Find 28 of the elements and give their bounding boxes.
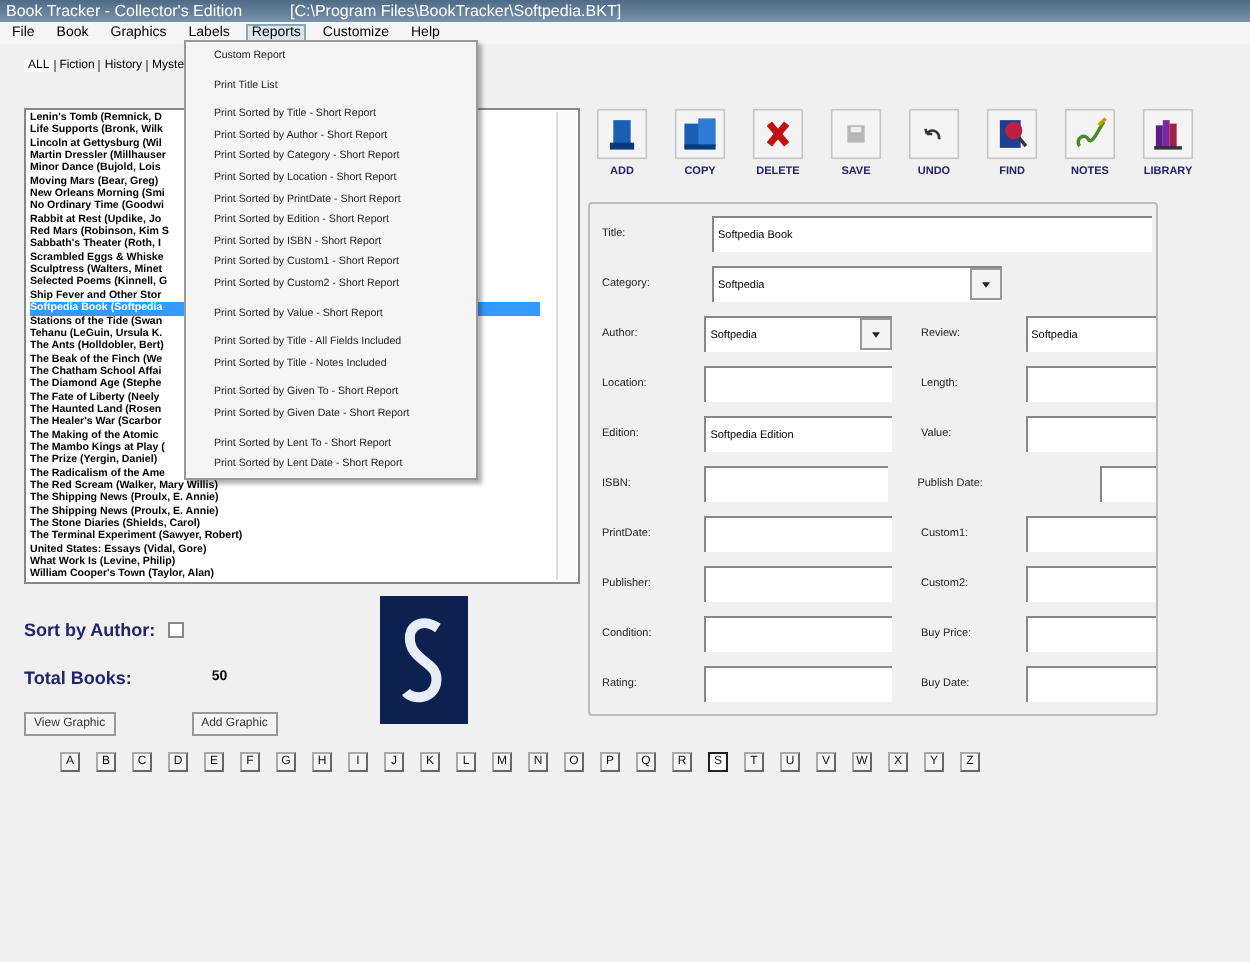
input-field[interactable] bbox=[1025, 366, 1156, 402]
books-icon[interactable] bbox=[1142, 108, 1194, 160]
input-field[interactable] bbox=[1025, 616, 1156, 652]
input-field[interactable] bbox=[1025, 516, 1156, 552]
input-field[interactable] bbox=[1025, 666, 1156, 702]
file-path: [C:\Program Files\BookTracker\Softpedia.BKT] bbox=[290, 2, 622, 20]
sort-label: Sort by Author: bbox=[24, 620, 156, 640]
caret-icon bbox=[871, 332, 879, 338]
input-field[interactable] bbox=[703, 466, 888, 502]
input-field[interactable] bbox=[704, 516, 891, 552]
input-field[interactable] bbox=[704, 616, 891, 652]
book-icon[interactable] bbox=[596, 108, 648, 160]
undo-icon[interactable] bbox=[908, 108, 960, 160]
input-field[interactable] bbox=[704, 566, 891, 602]
books-icon[interactable] bbox=[674, 108, 726, 160]
delete-icon[interactable] bbox=[752, 108, 804, 160]
window-title: Book Tracker - Collector's Edition bbox=[6, 2, 243, 20]
input-field[interactable] bbox=[704, 366, 891, 402]
total-books-label: Total Books: bbox=[24, 668, 132, 688]
caret-icon bbox=[982, 282, 990, 288]
book-search-icon[interactable] bbox=[986, 108, 1038, 160]
input-field[interactable] bbox=[1025, 566, 1156, 602]
pen-icon[interactable] bbox=[1064, 108, 1116, 160]
input-field[interactable] bbox=[1100, 466, 1156, 502]
save-icon[interactable] bbox=[830, 108, 882, 160]
sort-checkbox[interactable] bbox=[167, 622, 184, 638]
input-field[interactable] bbox=[704, 666, 891, 702]
input-field[interactable] bbox=[1025, 416, 1156, 452]
